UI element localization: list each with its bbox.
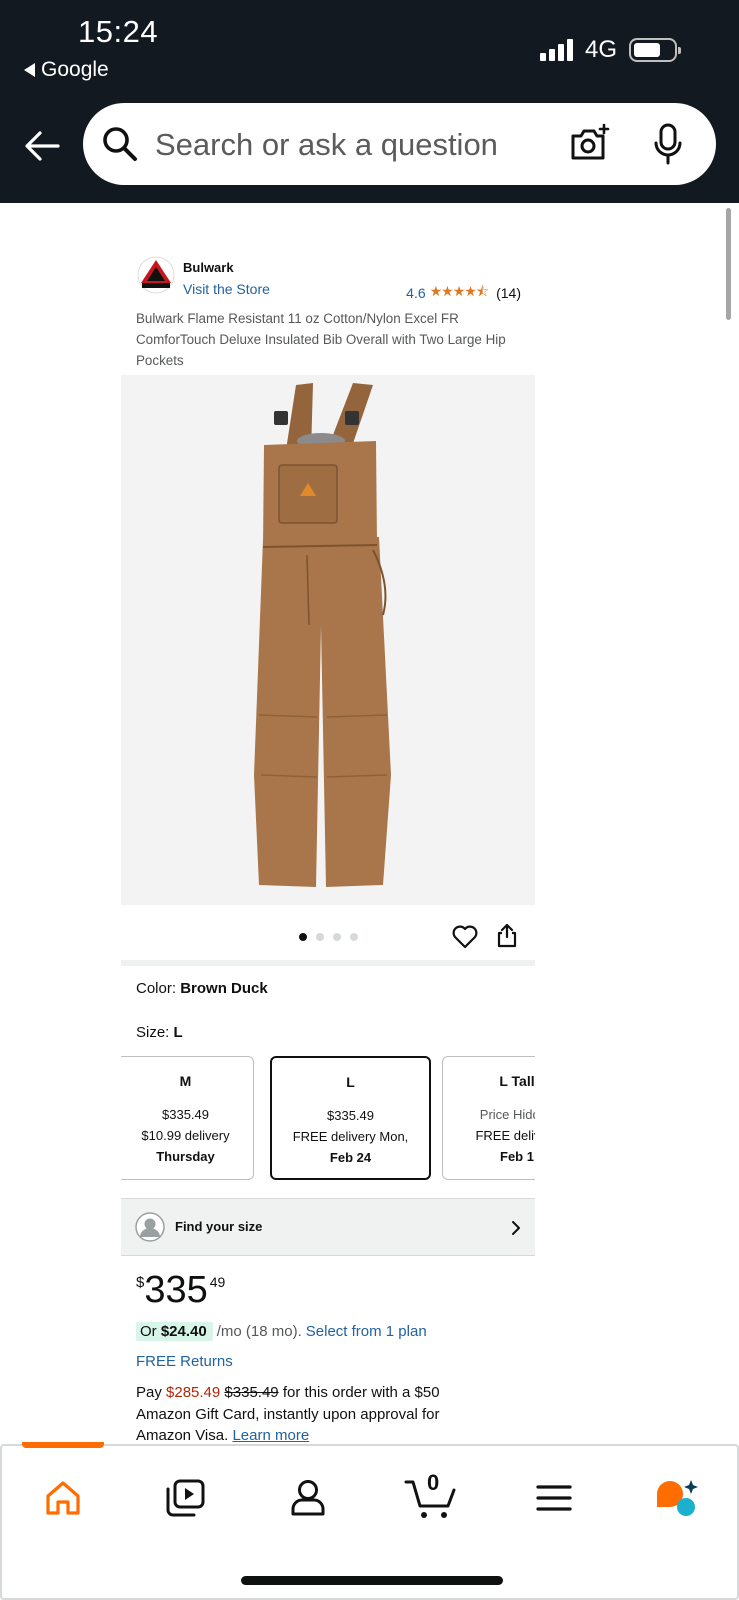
signal-icon [539,39,573,61]
size-option-delivery: $10.99 delivery [141,1128,230,1143]
carousel-dot[interactable] [350,933,358,941]
find-size-label: Find your size [175,1219,263,1234]
size-option-m[interactable]: M $335.49 $10.99 delivery Thursday [121,1056,254,1180]
rating-summary[interactable]: 4.6 ★★★★⯪ (14) [406,281,521,305]
size-option-l-tall[interactable]: L Tall Price Hidden FREE delivery Feb 1 [442,1056,535,1180]
nav-menu[interactable] [534,1474,574,1522]
original-price: $335.49 [224,1384,279,1401]
status-indicators: 4G [539,36,681,64]
product-title: Bulwark Flame Resistant 11 oz Cotton/Nyl… [136,311,506,368]
find-your-size-button[interactable]: Find your size [121,1198,535,1256]
carousel-dot[interactable] [333,933,341,941]
status-time: 15:24 [78,14,159,49]
brand-name: Bulwark [183,260,234,275]
cart-count: 0 [427,1470,440,1495]
size-option-delivery: FREE delivery Mon, [292,1129,409,1144]
price-currency: $ [136,1274,145,1291]
nav-account[interactable] [288,1474,328,1522]
size-option-l[interactable]: L $335.49 FREE delivery Mon, Feb 24 [270,1056,431,1180]
size-option-price: $335.49 [162,1107,209,1122]
camera-search-icon[interactable] [569,123,611,163]
size-option-price: Price Hidden [479,1107,535,1122]
search-input[interactable]: Search or ask a question [155,127,498,163]
size-option-delivery: FREE delivery [475,1128,535,1143]
star-rating-icon: ★★★★⯪ [429,283,489,299]
size-option-label: L [346,1074,355,1090]
home-indicator[interactable] [241,1576,503,1585]
nav-home[interactable] [42,1474,84,1522]
gift-card-promo: Pay $285.49 $335.49 for this order with … [136,1384,440,1444]
network-type: 4G [584,36,617,63]
size-options[interactable]: M $335.49 $10.99 delivery Thursday L $33… [121,1056,535,1181]
size-selection: Size: L [136,1024,183,1041]
visit-store-link[interactable]: Visit the Store [183,281,270,297]
image-carousel-dots[interactable] [299,933,358,941]
chevron-right-icon [512,1221,520,1235]
monthly-payment: Or $24.40 /mo (18 mo). Select from 1 pla… [136,1322,427,1341]
bottom-navigation: 0 [0,1442,739,1600]
discounted-price: $285.49 [166,1384,221,1401]
back-arrow-icon[interactable] [22,128,62,164]
color-selection: Color: Brown Duck [136,980,268,997]
product-price: $ 335 49 [136,1268,225,1312]
nav-rufus[interactable] [652,1474,700,1522]
search-bar[interactable]: Search or ask a question [83,103,716,185]
color-value: Brown Duck [180,980,268,997]
back-to-app-link[interactable]: Google [24,58,109,82]
microphone-icon[interactable] [653,123,683,165]
nav-video[interactable] [164,1474,206,1522]
back-triangle-icon [24,63,35,77]
size-option-date: Feb 24 [329,1150,372,1165]
search-icon [103,127,137,161]
size-value: L [173,1024,183,1041]
select-plan-link[interactable]: Select from 1 plan [306,1323,427,1340]
monthly-pill: Or $24.40 [136,1322,213,1341]
size-option-date: Thursday [156,1149,215,1164]
price-whole: 335 [144,1269,208,1311]
learn-more-link[interactable]: Learn more [232,1427,309,1444]
price-fraction: 49 [209,1274,226,1290]
home-icon [46,1481,80,1515]
scroll-indicator[interactable] [726,208,731,320]
rufus-assistant-icon [657,1480,698,1516]
review-count: (14) [496,285,521,301]
menu-icon [536,1485,572,1511]
active-tab-indicator [22,1442,104,1448]
carousel-dot[interactable] [316,933,324,941]
nav-cart[interactable]: 0 [404,1470,458,1522]
product-image[interactable] [121,375,535,905]
share-icon[interactable] [496,922,518,948]
monthly-amount: $24.40 [160,1323,207,1340]
battery-icon [629,38,681,62]
heart-icon[interactable] [452,925,478,949]
rating-value: 4.6 [406,285,426,301]
section-divider [121,960,535,966]
top-header: 15:24 Google 4G Search or ask a question [0,0,739,203]
carousel-dot[interactable] [299,933,307,941]
size-option-label: M [179,1073,192,1089]
back-app-label: Google [41,58,109,81]
size-option-price: $335.49 [327,1108,374,1123]
size-option-label: L Tall [499,1073,535,1089]
size-option-date: Feb 1 [500,1149,534,1164]
video-play-icon [166,1479,205,1517]
free-returns-link[interactable]: FREE Returns [136,1353,233,1370]
bulwark-logo-icon [137,256,175,294]
user-icon [291,1480,325,1516]
user-avatar-icon [135,1212,165,1242]
monthly-term: /mo (18 mo). [216,1323,302,1340]
